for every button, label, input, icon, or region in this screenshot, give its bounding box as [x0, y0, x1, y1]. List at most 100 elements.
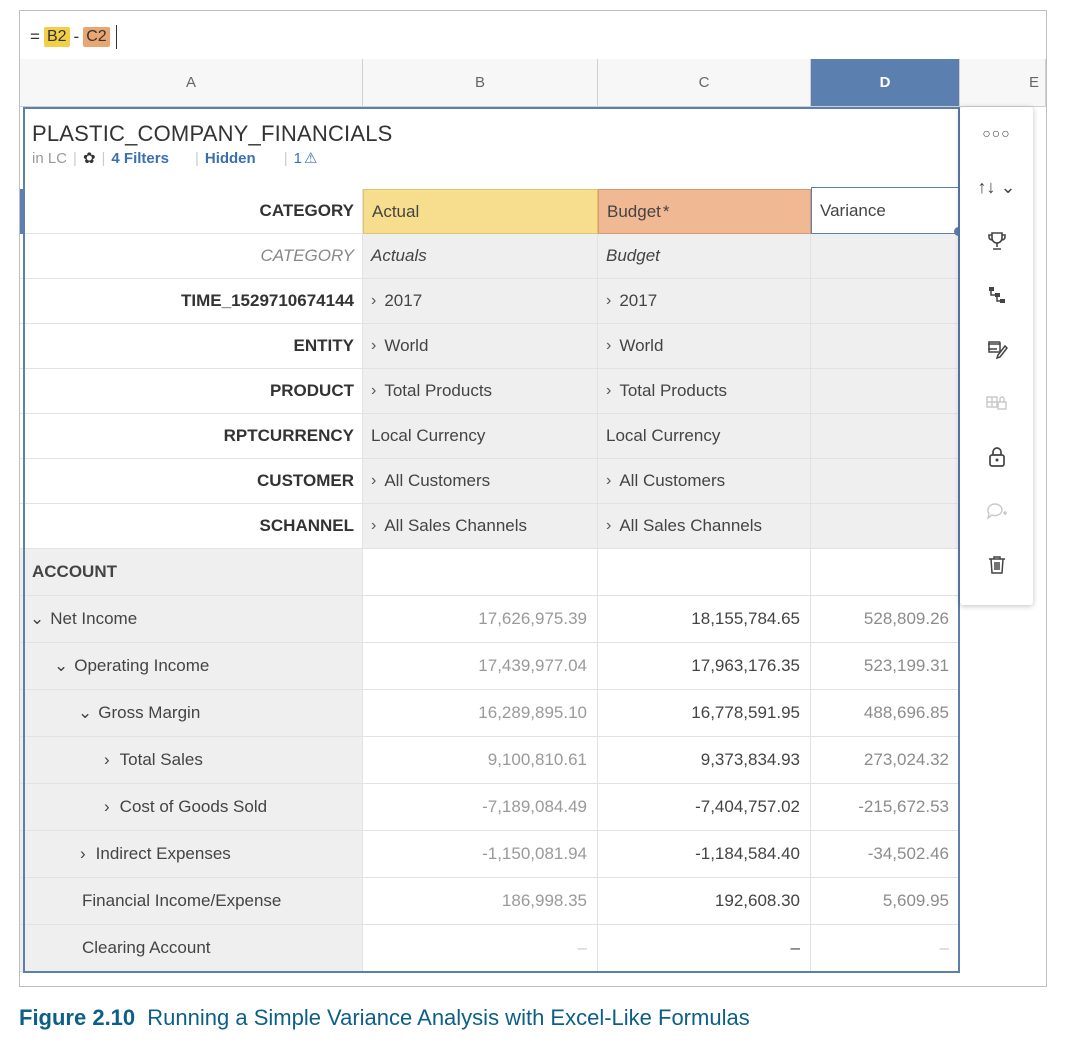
empty-cell[interactable]	[363, 549, 598, 596]
more-icon[interactable]: ○○○	[960, 111, 1033, 155]
empty-cell[interactable]	[811, 504, 960, 549]
table-cell-variance[interactable]: –	[811, 925, 960, 972]
member-cell[interactable]: › All Customers	[363, 459, 598, 504]
column-header-d[interactable]: D	[811, 59, 960, 107]
figure-text: Running a Simple Variance Analysis with …	[147, 1005, 750, 1030]
table-cell-actual[interactable]: -7,189,084.49	[363, 784, 598, 831]
chevron-right-icon[interactable]: ›	[371, 292, 376, 310]
chevron-right-icon[interactable]: ›	[371, 382, 376, 400]
table-cell-budget[interactable]: 9,373,834.93	[598, 737, 811, 784]
hidden-link[interactable]: Hidden	[205, 150, 256, 167]
hierarchy-icon[interactable]	[960, 273, 1033, 317]
edit-formula-icon[interactable]	[960, 327, 1033, 371]
member-cell[interactable]: › All Sales Channels	[363, 504, 598, 549]
column-header-e[interactable]: E	[960, 59, 1046, 107]
empty-cell[interactable]	[598, 549, 811, 596]
table-cell-budget[interactable]: -1,184,584.40	[598, 831, 811, 878]
empty-cell[interactable]	[811, 234, 960, 279]
table-cell-actual[interactable]: 17,439,977.04	[363, 643, 598, 690]
member-cell[interactable]: › All Customers	[598, 459, 811, 504]
table-cell-actual[interactable]: –	[363, 925, 598, 972]
member-cell[interactable]: Budget	[598, 234, 811, 279]
chevron-right-icon[interactable]: ›	[606, 472, 611, 490]
gear-icon[interactable]: ✿	[83, 149, 96, 167]
header-actual[interactable]: Actual	[363, 189, 598, 234]
chevron-right-icon[interactable]: ›	[606, 337, 611, 355]
table-row-label[interactable]: ⌄ Gross Margin	[20, 690, 363, 737]
table-cell-variance[interactable]: -34,502.46	[811, 831, 960, 878]
table-cell-budget[interactable]: 192,608.30	[598, 878, 811, 925]
column-header-a[interactable]: A	[20, 59, 363, 107]
empty-cell[interactable]	[811, 414, 960, 459]
chevron-right-icon[interactable]: ›	[104, 797, 110, 817]
header-budget[interactable]: Budget *	[598, 189, 811, 234]
member-cell[interactable]: › 2017	[363, 279, 598, 324]
chevron-right-icon[interactable]: ›	[80, 844, 86, 864]
header-variance[interactable]: Variance	[811, 187, 960, 234]
member-cell[interactable]: Local Currency	[598, 414, 811, 459]
column-header-c[interactable]: C	[598, 59, 811, 107]
table-row-label[interactable]: Financial Income/Expense	[20, 878, 363, 925]
table-cell-budget[interactable]: -7,404,757.02	[598, 784, 811, 831]
filters-link[interactable]: 4 Filters	[111, 150, 169, 167]
table-cell-variance[interactable]: 488,696.85	[811, 690, 960, 737]
table-row-label[interactable]: › Cost of Goods Sold	[20, 784, 363, 831]
chevron-down-icon[interactable]: ⌄	[54, 656, 68, 676]
chevron-right-icon[interactable]: ›	[104, 750, 110, 770]
chevron-right-icon[interactable]: ›	[371, 517, 376, 535]
table-cell-variance[interactable]: -215,672.53	[811, 784, 960, 831]
member-cell[interactable]: › World	[598, 324, 811, 369]
table-cell-variance[interactable]: 528,809.26	[811, 596, 960, 643]
member-cell[interactable]: › World	[363, 324, 598, 369]
table-cell-actual[interactable]: 186,998.35	[363, 878, 598, 925]
member-cell[interactable]: Actuals	[363, 234, 598, 279]
table-row-label[interactable]: › Indirect Expenses	[20, 831, 363, 878]
empty-cell[interactable]	[811, 369, 960, 414]
table-row-label[interactable]: Clearing Account	[20, 925, 363, 972]
chevron-right-icon[interactable]: ›	[371, 472, 376, 490]
chevron-down-icon[interactable]: ⌄	[78, 703, 92, 723]
table-cell-actual[interactable]: -1,150,081.94	[363, 831, 598, 878]
member-cell[interactable]: › 2017	[598, 279, 811, 324]
sort-icon[interactable]: ↑↓ ⌄	[960, 165, 1033, 209]
table-row-label[interactable]: › Total Sales	[20, 737, 363, 784]
table-cell-variance[interactable]: 273,024.32	[811, 737, 960, 784]
delete-icon[interactable]	[960, 543, 1033, 587]
separator: |	[194, 149, 199, 167]
chevron-right-icon[interactable]: ›	[371, 337, 376, 355]
formula-text[interactable]: = B2 - C2	[30, 25, 117, 49]
member-label: World	[619, 336, 664, 355]
empty-cell[interactable]	[811, 549, 960, 596]
table-cell-budget[interactable]: –	[598, 925, 811, 972]
empty-cell[interactable]	[811, 279, 960, 324]
trophy-icon[interactable]	[960, 219, 1033, 263]
formula-bar[interactable]: = B2 - C2	[20, 11, 1046, 60]
table-row-label[interactable]: ⌄ Operating Income	[20, 643, 363, 690]
member-cell[interactable]: › Total Products	[598, 369, 811, 414]
formula-ref-b2[interactable]: B2	[43, 27, 70, 47]
formula-ref-c2[interactable]: C2	[83, 27, 110, 47]
table-cell-variance[interactable]: 523,199.31	[811, 643, 960, 690]
table-cell-budget[interactable]: 18,155,784.65	[598, 596, 811, 643]
table-cell-actual[interactable]: 17,626,975.39	[363, 596, 598, 643]
member-cell[interactable]: › Total Products	[363, 369, 598, 414]
column-header-b[interactable]: B	[363, 59, 598, 107]
warning-count[interactable]: 1	[294, 150, 302, 167]
empty-cell[interactable]	[811, 324, 960, 369]
table-cell-actual[interactable]: 9,100,810.61	[363, 737, 598, 784]
table-cell-actual[interactable]: 16,289,895.10	[363, 690, 598, 737]
chevron-right-icon[interactable]: ›	[606, 292, 611, 310]
chevron-right-icon[interactable]: ›	[606, 517, 611, 535]
empty-cell[interactable]	[811, 459, 960, 504]
table-cell-variance[interactable]: 5,609.95	[811, 878, 960, 925]
member-cell[interactable]: Local Currency	[363, 414, 598, 459]
chevron-right-icon[interactable]: ›	[606, 382, 611, 400]
table-cell-budget[interactable]: 17,963,176.35	[598, 643, 811, 690]
table-cell-budget[interactable]: 16,778,591.95	[598, 690, 811, 737]
member-label: 2017	[619, 291, 658, 310]
member-cell[interactable]: › All Sales Channels	[598, 504, 811, 549]
warning-icon[interactable]: ⚠	[304, 149, 317, 167]
chevron-down-icon[interactable]: ⌄	[30, 609, 44, 629]
table-row-label[interactable]: ⌄ Net Income	[20, 596, 363, 643]
lock-icon[interactable]	[960, 435, 1033, 479]
